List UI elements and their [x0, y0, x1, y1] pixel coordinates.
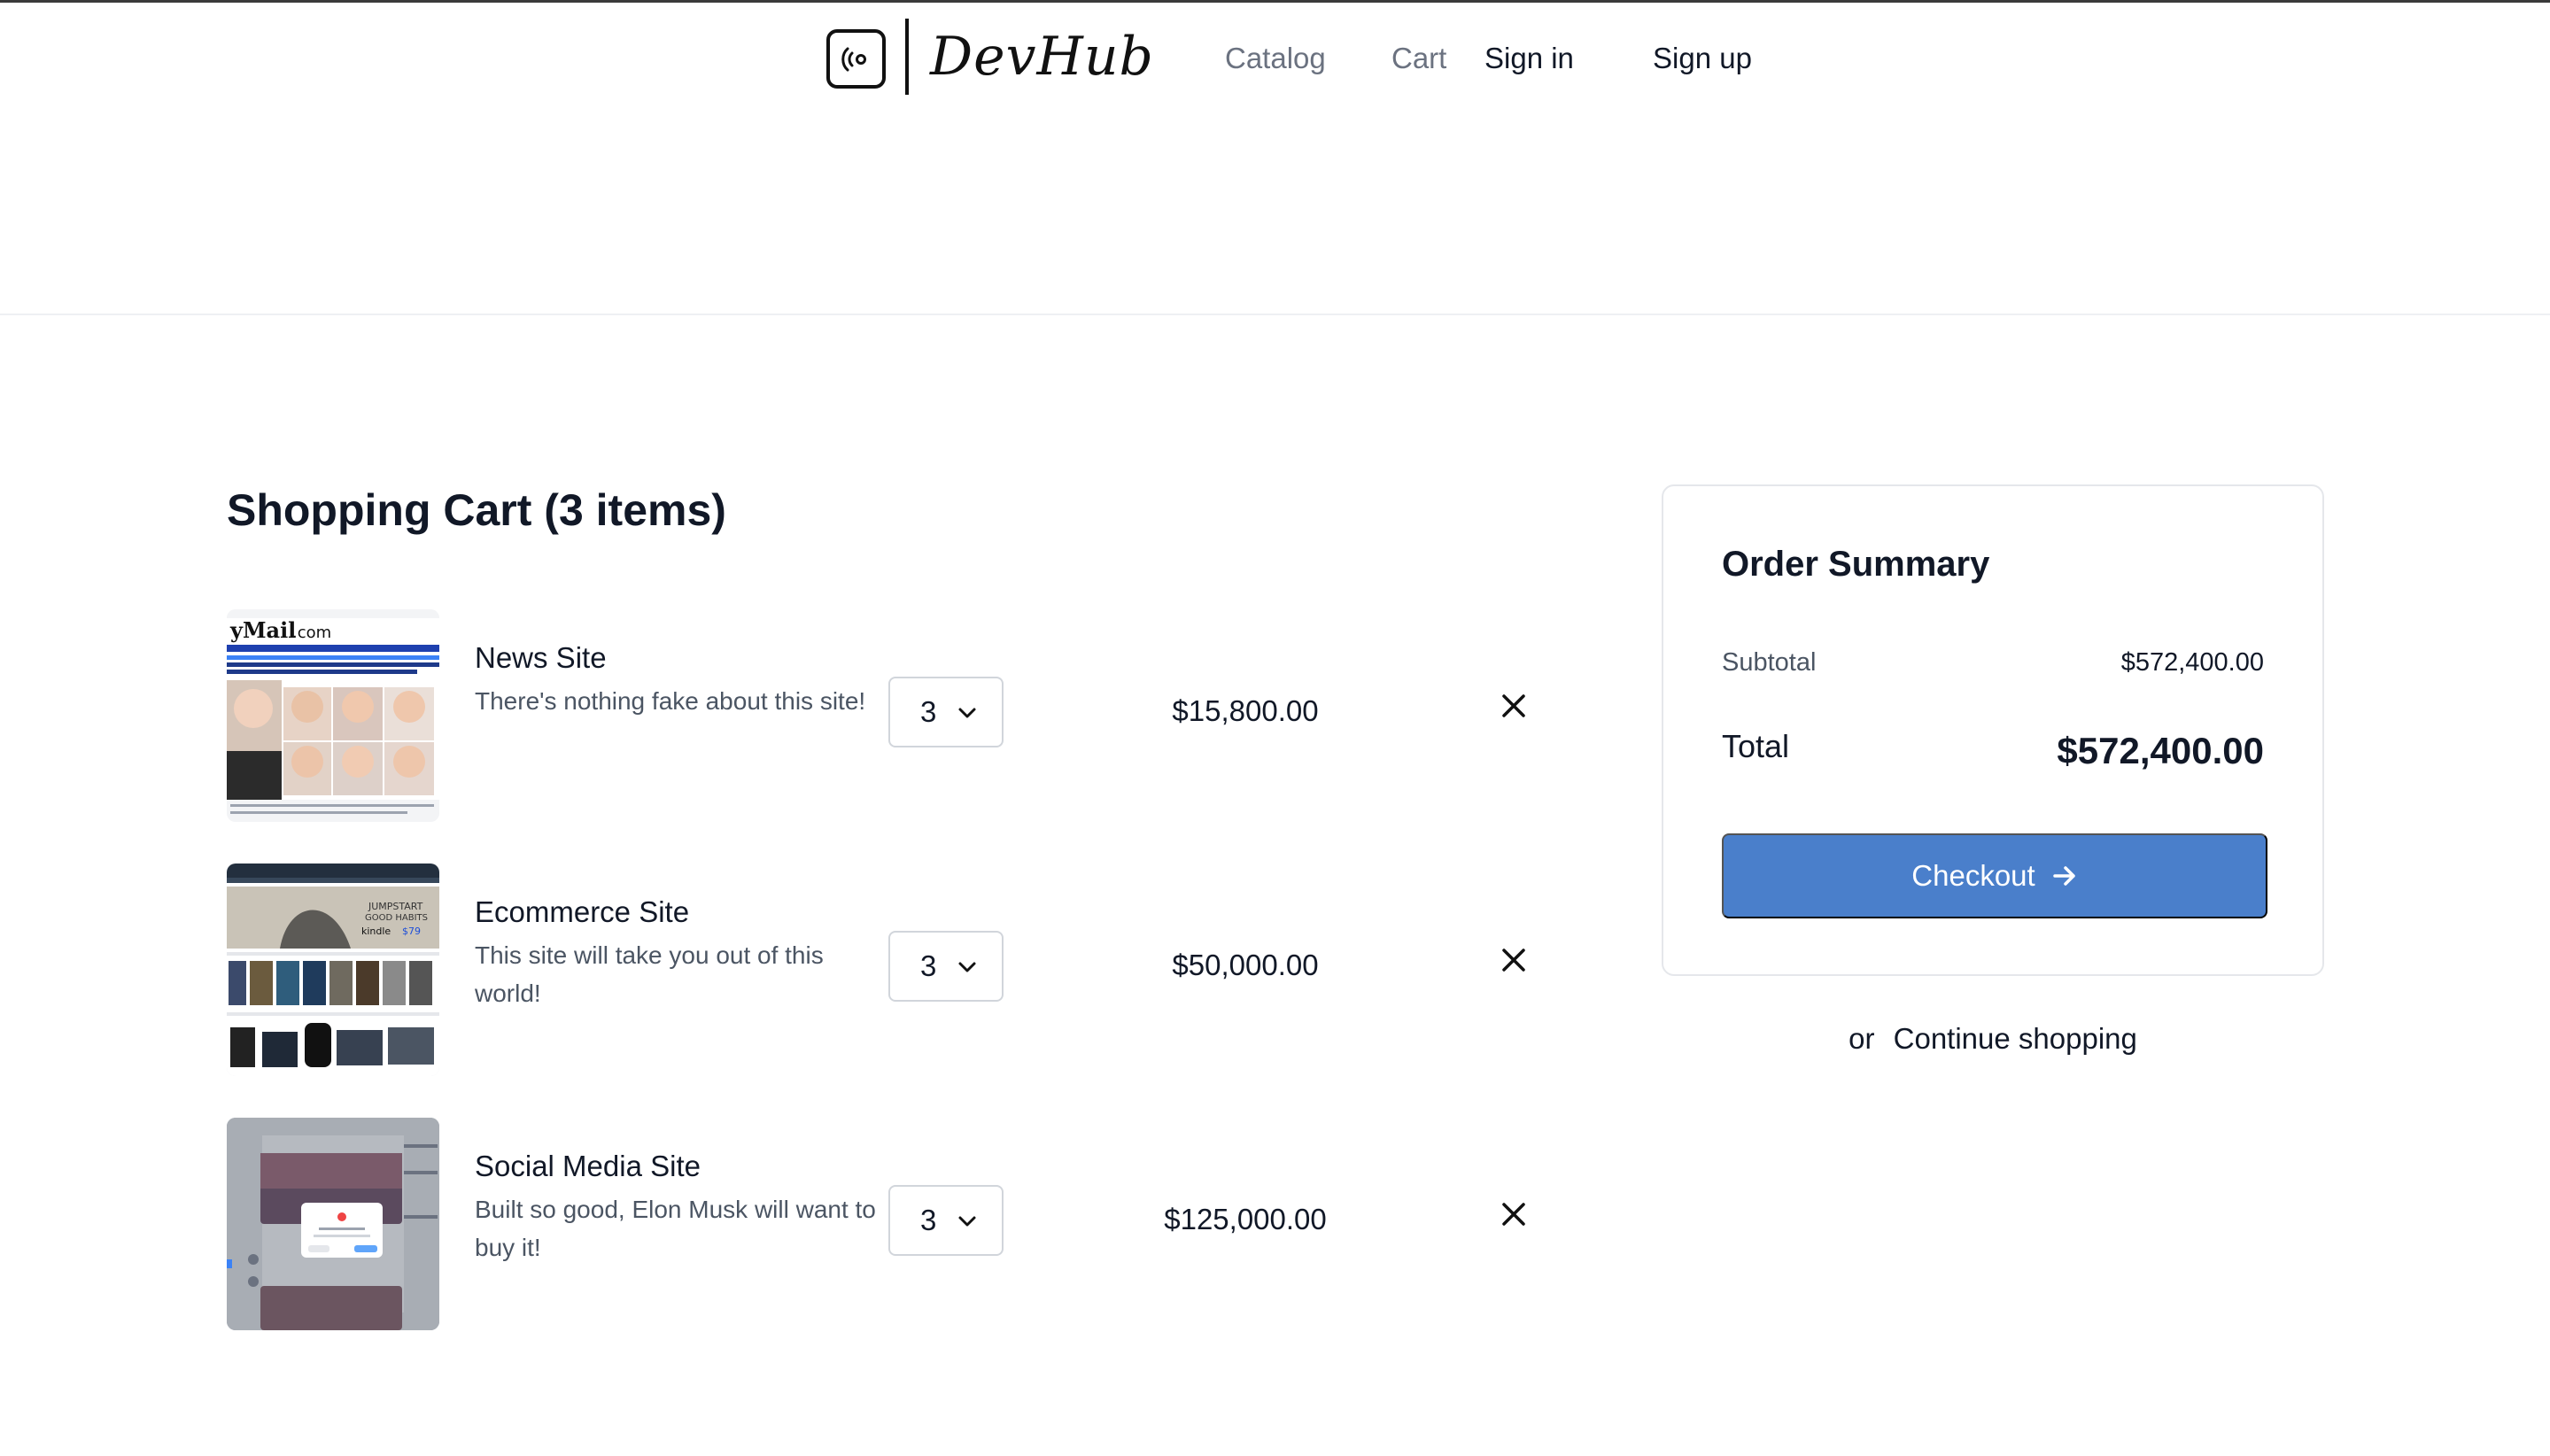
cart-title: Shopping Cart (3 items)	[227, 485, 726, 535]
checkout-button[interactable]: Checkout	[1722, 833, 2267, 918]
item-name[interactable]: News Site	[475, 641, 607, 675]
continue-shopping-link[interactable]: Continue shopping	[1894, 1022, 2137, 1055]
social-media-site-thumbnail[interactable]	[227, 1118, 439, 1330]
item-price: $125,000.00	[1164, 1203, 1327, 1235]
subtotal-label: Subtotal	[1722, 648, 1817, 677]
cart-item: JUMPSTART GOOD HABITS kindle $79 Ecommer…	[227, 864, 1538, 1076]
nav-cart[interactable]: Cart	[1391, 42, 1446, 75]
remove-item-icon[interactable]	[1499, 691, 1529, 721]
quantity-value: 3	[920, 949, 937, 982]
order-summary: Order Summary Subtotal $572,400.00 Total…	[1662, 484, 2324, 976]
quantity-select[interactable]: 3	[888, 677, 1004, 747]
item-name[interactable]: Ecommerce Site	[475, 895, 689, 929]
subtotal-value: $572,400.00	[2120, 648, 2264, 677]
chevron-down-icon	[958, 1216, 976, 1227]
remove-item-icon[interactable]	[1499, 1199, 1529, 1229]
logo-divider	[905, 19, 909, 95]
news-site-thumbnail[interactable]: yMail .com	[227, 609, 439, 822]
site-header: DevHub Catalog Cart Sign in Sign up	[0, 3, 2550, 315]
item-price: $15,800.00	[1172, 694, 1319, 727]
quantity-value: 3	[920, 1204, 937, 1236]
svg-text:yMail: yMail	[229, 617, 296, 643]
checkout-label: Checkout	[1911, 859, 2035, 892]
item-name[interactable]: Social Media Site	[475, 1150, 701, 1183]
total-value: $572,400.00	[2057, 730, 2264, 771]
item-description: This site will take you out of this worl…	[475, 941, 824, 1007]
svg-text:$79: $79	[402, 925, 421, 937]
item-description: There's nothing fake about this site!	[475, 687, 866, 715]
quantity-select[interactable]: 3	[888, 931, 1004, 1002]
order-summary-title: Order Summary	[1722, 545, 1990, 584]
cart-item: yMail .com News Site There's nothing fak…	[227, 609, 1538, 822]
brand-name[interactable]: DevHub	[930, 26, 1154, 88]
total-label: Total	[1722, 728, 1790, 764]
cart-item: Social Media Site Built so good, Elon Mu…	[227, 1118, 1538, 1330]
quantity-select[interactable]: 3	[888, 1185, 1004, 1256]
remove-item-icon[interactable]	[1499, 945, 1529, 975]
chevron-down-icon	[958, 708, 976, 718]
svg-text:.com: .com	[292, 623, 331, 642]
nav-sign-in[interactable]: Sign in	[1484, 42, 1574, 75]
broadcast-icon[interactable]	[826, 29, 886, 89]
arrow-right-icon	[2052, 866, 2075, 886]
svg-text:kindle: kindle	[361, 925, 391, 937]
quantity-value: 3	[920, 695, 937, 728]
ecommerce-site-thumbnail[interactable]: JUMPSTART GOOD HABITS kindle $79	[227, 864, 439, 1076]
chevron-down-icon	[958, 962, 976, 972]
item-price: $50,000.00	[1172, 949, 1319, 981]
item-description: Built so good, Elon Musk will want to bu…	[475, 1196, 876, 1261]
nav-sign-up[interactable]: Sign up	[1653, 42, 1752, 75]
continue-prefix: or	[1849, 1022, 1875, 1055]
svg-text:GOOD HABITS: GOOD HABITS	[365, 913, 428, 923]
continue-shopping-row: or Continue shopping	[1662, 1022, 2324, 1056]
svg-text:JUMPSTART: JUMPSTART	[368, 901, 423, 912]
nav-catalog[interactable]: Catalog	[1225, 42, 1326, 75]
